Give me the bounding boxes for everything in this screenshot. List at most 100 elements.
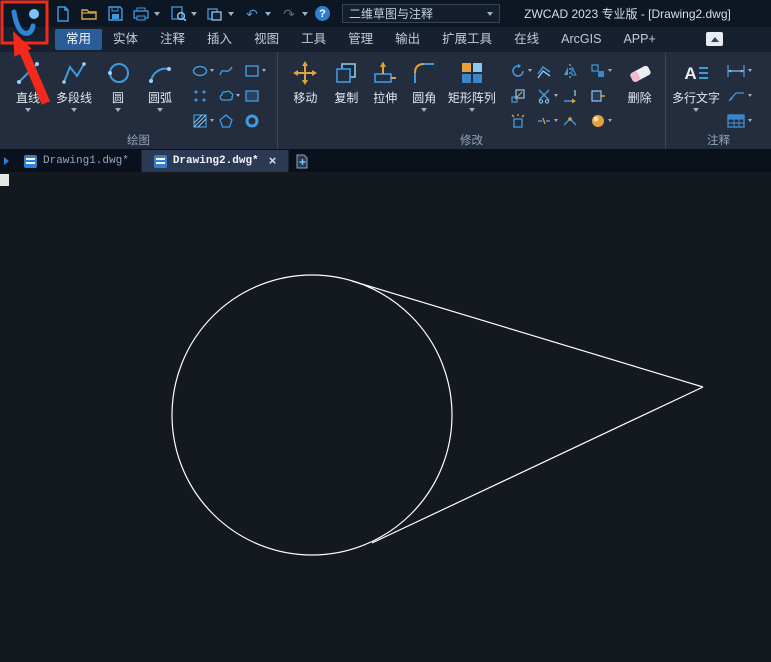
rectangular-array-button[interactable]: 矩形阵列: [444, 57, 500, 112]
offset-button[interactable]: [534, 58, 560, 83]
new-drawing-button[interactable]: [52, 4, 74, 24]
drawing-canvas[interactable]: [0, 172, 771, 662]
tab-tools[interactable]: 工具: [290, 29, 337, 50]
undo-button[interactable]: ↶: [241, 4, 263, 24]
panel-label-draw[interactable]: 绘图: [0, 133, 277, 150]
plot-button[interactable]: [130, 4, 152, 24]
tab-view[interactable]: 视图: [243, 29, 290, 50]
fillet-button[interactable]: 圆角: [405, 57, 444, 112]
extend-button[interactable]: [560, 83, 586, 108]
tab-annotate[interactable]: 注释: [149, 29, 196, 50]
hatch-button[interactable]: [190, 108, 216, 133]
panel-label-modify[interactable]: 修改: [278, 133, 665, 150]
join-button[interactable]: [560, 108, 586, 133]
move-button[interactable]: 移动: [284, 57, 327, 106]
polyline-dropdown-caret[interactable]: [71, 108, 77, 112]
workspace-selector[interactable]: 二维草图与注释: [342, 4, 500, 23]
align-caret[interactable]: [608, 69, 613, 72]
line-button[interactable]: 直线: [6, 57, 50, 112]
redo-button[interactable]: ↷: [278, 4, 300, 24]
circle-button[interactable]: 圆: [98, 57, 138, 112]
polygon-button[interactable]: [216, 108, 242, 133]
copy-button[interactable]: 复制: [327, 57, 366, 106]
mtext-icon: A: [684, 58, 708, 88]
table-button[interactable]: [724, 108, 758, 133]
drawn-circle[interactable]: [171, 274, 453, 556]
tab-home[interactable]: 常用: [55, 29, 103, 50]
align-button[interactable]: [588, 58, 614, 83]
trim-button[interactable]: [534, 83, 560, 108]
mirror-button[interactable]: [560, 58, 586, 83]
open-drawing-button[interactable]: [78, 4, 100, 24]
tangent-line-lower[interactable]: [371, 386, 704, 544]
tab-output[interactable]: 输出: [384, 29, 431, 50]
help-icon[interactable]: ?: [315, 6, 330, 21]
publish-button[interactable]: [204, 4, 226, 24]
erase-button[interactable]: 删除: [618, 57, 661, 106]
dimension-caret[interactable]: [748, 69, 752, 72]
arc-button[interactable]: 圆弧: [138, 57, 182, 112]
gradient-caret[interactable]: [608, 119, 613, 122]
polyline-button[interactable]: 多段线: [50, 57, 98, 112]
save-button[interactable]: [104, 4, 126, 24]
tab-app-plus[interactable]: APP+: [612, 29, 666, 50]
stretch-button[interactable]: 拉伸: [366, 57, 405, 106]
tab-insert[interactable]: 插入: [196, 29, 243, 50]
region-button[interactable]: [242, 83, 268, 108]
offset-icon: [537, 65, 551, 78]
rotate-button[interactable]: [508, 58, 534, 83]
match-properties-button[interactable]: [588, 83, 614, 108]
trim-caret[interactable]: [554, 94, 559, 97]
line-dropdown-caret[interactable]: [25, 108, 31, 112]
ellipse-caret[interactable]: [210, 69, 214, 72]
explode-button[interactable]: [508, 108, 534, 133]
tab-express-tools[interactable]: 扩展工具: [431, 29, 503, 50]
rotate-caret[interactable]: [528, 69, 533, 72]
rectangle-button[interactable]: [242, 58, 268, 83]
donut-button[interactable]: [242, 108, 268, 133]
doc-tab-drawing1[interactable]: Drawing1.dwg*: [12, 150, 142, 172]
panel-label-annotate[interactable]: 注释: [666, 133, 771, 150]
point-button[interactable]: [190, 83, 216, 108]
multileader-button[interactable]: [724, 83, 758, 108]
publish-dropdown-caret[interactable]: [228, 11, 234, 16]
redo-dropdown-caret[interactable]: [302, 11, 308, 16]
save-floppy-icon: [107, 6, 123, 21]
break-button[interactable]: [534, 108, 560, 133]
gradient-button[interactable]: [588, 108, 614, 133]
scale-button[interactable]: [508, 83, 534, 108]
preview-dropdown-caret[interactable]: [191, 11, 197, 16]
close-tab-icon[interactable]: ×: [269, 155, 277, 168]
leader-caret[interactable]: [748, 94, 752, 97]
fillet-dropdown-caret[interactable]: [421, 108, 428, 112]
rectangle-caret[interactable]: [262, 69, 266, 72]
mtext-dropdown-caret[interactable]: [693, 108, 699, 112]
ellipse-button[interactable]: [190, 58, 216, 83]
tab-solid[interactable]: 实体: [102, 29, 149, 50]
tab-scroll-button[interactable]: [0, 150, 12, 172]
doc-tab-drawing2[interactable]: Drawing2.dwg* ×: [141, 150, 290, 172]
array-dropdown-caret[interactable]: [468, 108, 475, 112]
undo-dropdown-caret[interactable]: [265, 11, 271, 16]
linear-dimension-button[interactable]: [724, 58, 758, 83]
extend-icon: [564, 89, 577, 103]
hatch-caret[interactable]: [210, 119, 214, 122]
workspace-selector-value: 二维草图与注释: [349, 7, 434, 21]
break-caret[interactable]: [554, 119, 559, 122]
app-menu-button[interactable]: [4, 3, 46, 43]
revision-cloud-button[interactable]: [216, 83, 242, 108]
mtext-button[interactable]: A 多行文字: [672, 57, 720, 112]
circle-dropdown-caret[interactable]: [115, 108, 121, 112]
new-tab-button[interactable]: [289, 150, 315, 172]
plot-preview-button[interactable]: [167, 4, 189, 24]
plot-dropdown-caret[interactable]: [154, 11, 160, 16]
arc-dropdown-caret[interactable]: [157, 108, 163, 112]
revision-cloud-caret[interactable]: [236, 94, 240, 97]
tab-online[interactable]: 在线: [503, 29, 550, 50]
spline-button[interactable]: [216, 58, 242, 83]
table-caret[interactable]: [748, 119, 752, 122]
tab-manage[interactable]: 管理: [337, 29, 384, 50]
tab-arcgis[interactable]: ArcGIS: [550, 29, 612, 50]
tangent-line-upper[interactable]: [351, 280, 704, 388]
minimize-ribbon-button[interactable]: [706, 32, 723, 46]
